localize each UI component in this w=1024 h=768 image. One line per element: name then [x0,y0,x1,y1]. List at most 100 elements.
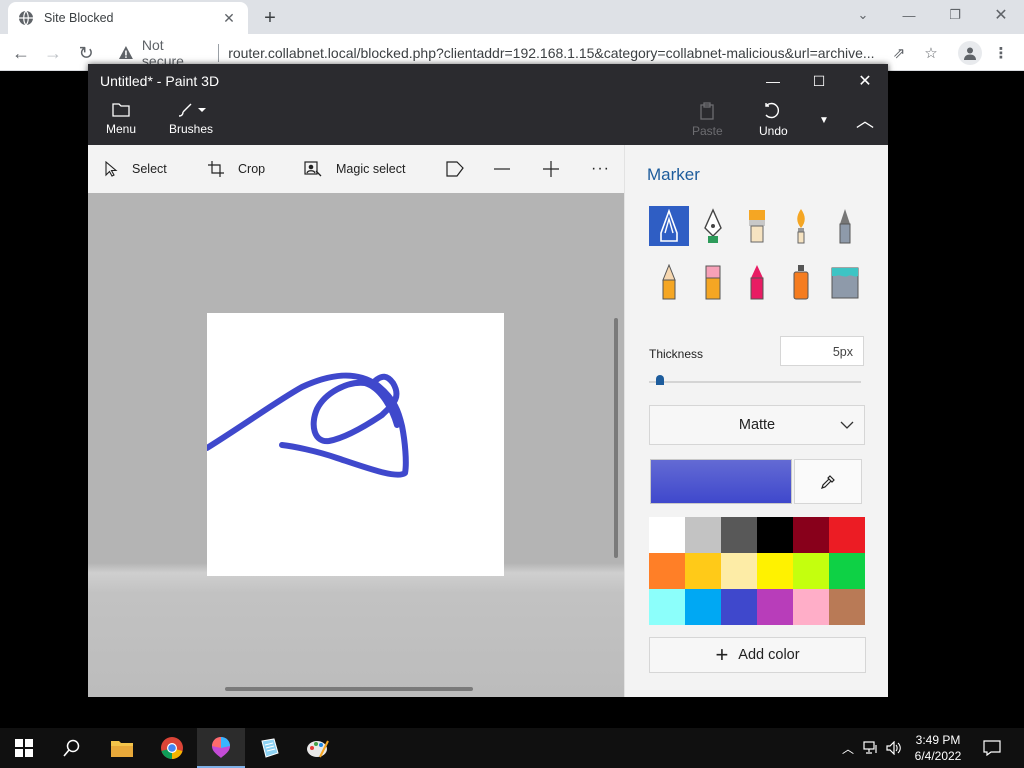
tray-overflow-chevron-icon[interactable]: ︿ [838,738,858,758]
thickness-label: Thickness [649,347,704,361]
omnibox[interactable]: Not secure router.collabnet.local/blocke… [108,37,884,69]
brush-panel: Marker Thickness 5px Matte + Add color [624,145,888,697]
fill-bucket-brush[interactable] [825,262,865,302]
window-minimize-button[interactable]: — [750,64,796,98]
eyedropper-button[interactable] [794,459,862,504]
undo-label: Undo [759,124,788,138]
pixel-pen-brush[interactable] [825,206,865,246]
thickness-slider[interactable] [649,381,861,383]
reload-icon[interactable]: ↻ [73,40,99,66]
color-swatch[interactable] [829,517,865,553]
crop-tool[interactable]: Crop [208,145,265,193]
pixel-pen-icon [839,209,851,244]
spray-can-brush[interactable] [781,262,821,302]
minus-icon [494,168,510,170]
plus-icon [543,161,559,177]
finish-value: Matte [738,417,776,433]
canvas-area[interactable] [88,193,624,697]
finish-dropdown[interactable]: Matte [649,405,865,445]
profile-avatar-icon[interactable] [958,41,982,65]
windows-start-icon[interactable] [0,728,48,768]
color-swatch[interactable] [829,589,865,625]
eyedropper-icon [821,474,835,489]
notepad-icon[interactable] [245,728,293,768]
zoom-out-button[interactable] [494,145,524,193]
calligraphy-pen-brush[interactable] [693,206,733,246]
new-tab-button[interactable]: + [258,6,282,30]
crayon-brush[interactable] [737,262,777,302]
color-swatch[interactable] [649,517,685,553]
notification-center-icon[interactable] [982,738,1002,758]
tab-close-icon[interactable]: ✕ [220,9,238,27]
window-maximize-button[interactable]: ☐ [796,64,842,98]
current-color[interactable] [650,459,792,504]
tab-title: Site Blocked [44,11,114,25]
window-close-button[interactable]: ✕ [842,64,888,98]
thickness-slider-thumb[interactable] [655,375,664,385]
watercolor-brush[interactable] [781,206,821,246]
paint-icon[interactable] [294,728,342,768]
browser-restore-button[interactable]: ❐ [932,0,978,30]
oil-brush[interactable] [737,206,777,246]
plus-icon: + [715,642,729,667]
sticker-shape-icon [446,161,464,177]
color-swatch[interactable] [793,553,829,589]
collapse-ribbon-chevron-icon[interactable]: ︿ [842,103,888,137]
window-titlebar: Untitled* - Paint 3D — ☐ ✕ [88,64,888,98]
color-swatch[interactable] [685,589,721,625]
color-swatch[interactable] [793,517,829,553]
history-dropdown-chevron-icon[interactable]: ▼ [802,103,846,137]
share-icon[interactable]: ⇗ [886,40,912,66]
color-swatch[interactable] [757,517,793,553]
undo-icon [765,102,780,119]
paint-3d-icon[interactable] [197,728,245,768]
tab-search-chevron-icon[interactable]: ⌄ [840,0,886,30]
color-swatch[interactable] [649,589,685,625]
paste-button[interactable]: Paste [692,102,723,142]
select-tool[interactable]: Select [104,145,167,193]
forward-arrow-icon[interactable]: → [40,40,66,66]
bookmark-star-icon[interactable]: ☆ [918,40,944,66]
search-icon[interactable] [48,728,96,768]
color-swatch[interactable] [649,553,685,589]
add-color-button[interactable]: + Add color [649,637,866,673]
color-swatch[interactable] [829,553,865,589]
window-title: Untitled* - Paint 3D [100,73,220,89]
vertical-scrollbar[interactable] [614,318,618,558]
thickness-input[interactable]: 5px [780,336,864,366]
browser-minimize-button[interactable]: — [886,0,932,30]
drawing-canvas[interactable] [204,313,504,576]
browser-menu-icon[interactable]: ⋮ [988,40,1014,66]
2d-shape-tool[interactable] [446,145,478,193]
file-explorer-icon[interactable] [98,728,146,768]
magic-select-tool[interactable]: Magic select [304,145,405,193]
color-swatch[interactable] [685,553,721,589]
chrome-icon[interactable] [148,728,196,768]
taskbar-clock[interactable]: 3:49 PM 6/4/2022 [906,732,970,764]
eraser-brush[interactable] [693,262,733,302]
color-swatch[interactable] [757,589,793,625]
horizontal-scrollbar[interactable] [225,687,473,691]
browser-tab[interactable]: Site Blocked ✕ [8,2,248,34]
eraser-icon [705,265,721,300]
url-text[interactable]: router.collabnet.local/blocked.php?clien… [228,45,884,61]
back-arrow-icon[interactable]: ← [8,40,34,66]
pencil-brush[interactable] [649,262,689,302]
undo-button[interactable]: Undo [759,102,788,142]
brushes-button[interactable]: Brushes [169,102,213,142]
menu-button[interactable]: Menu [106,102,136,142]
more-options-icon[interactable]: ··· [591,145,610,193]
color-swatch[interactable] [721,589,757,625]
zoom-in-button[interactable] [543,145,573,193]
color-swatch[interactable] [685,517,721,553]
color-swatch[interactable] [721,517,757,553]
volume-icon[interactable] [884,738,904,758]
paste-label: Paste [692,124,723,138]
network-icon[interactable] [861,738,881,758]
browser-close-button[interactable]: ✕ [978,0,1024,30]
color-swatch[interactable] [757,553,793,589]
color-swatch[interactable] [793,589,829,625]
add-color-label: Add color [738,647,800,663]
marker-brush[interactable] [649,206,689,246]
color-swatch[interactable] [721,553,757,589]
